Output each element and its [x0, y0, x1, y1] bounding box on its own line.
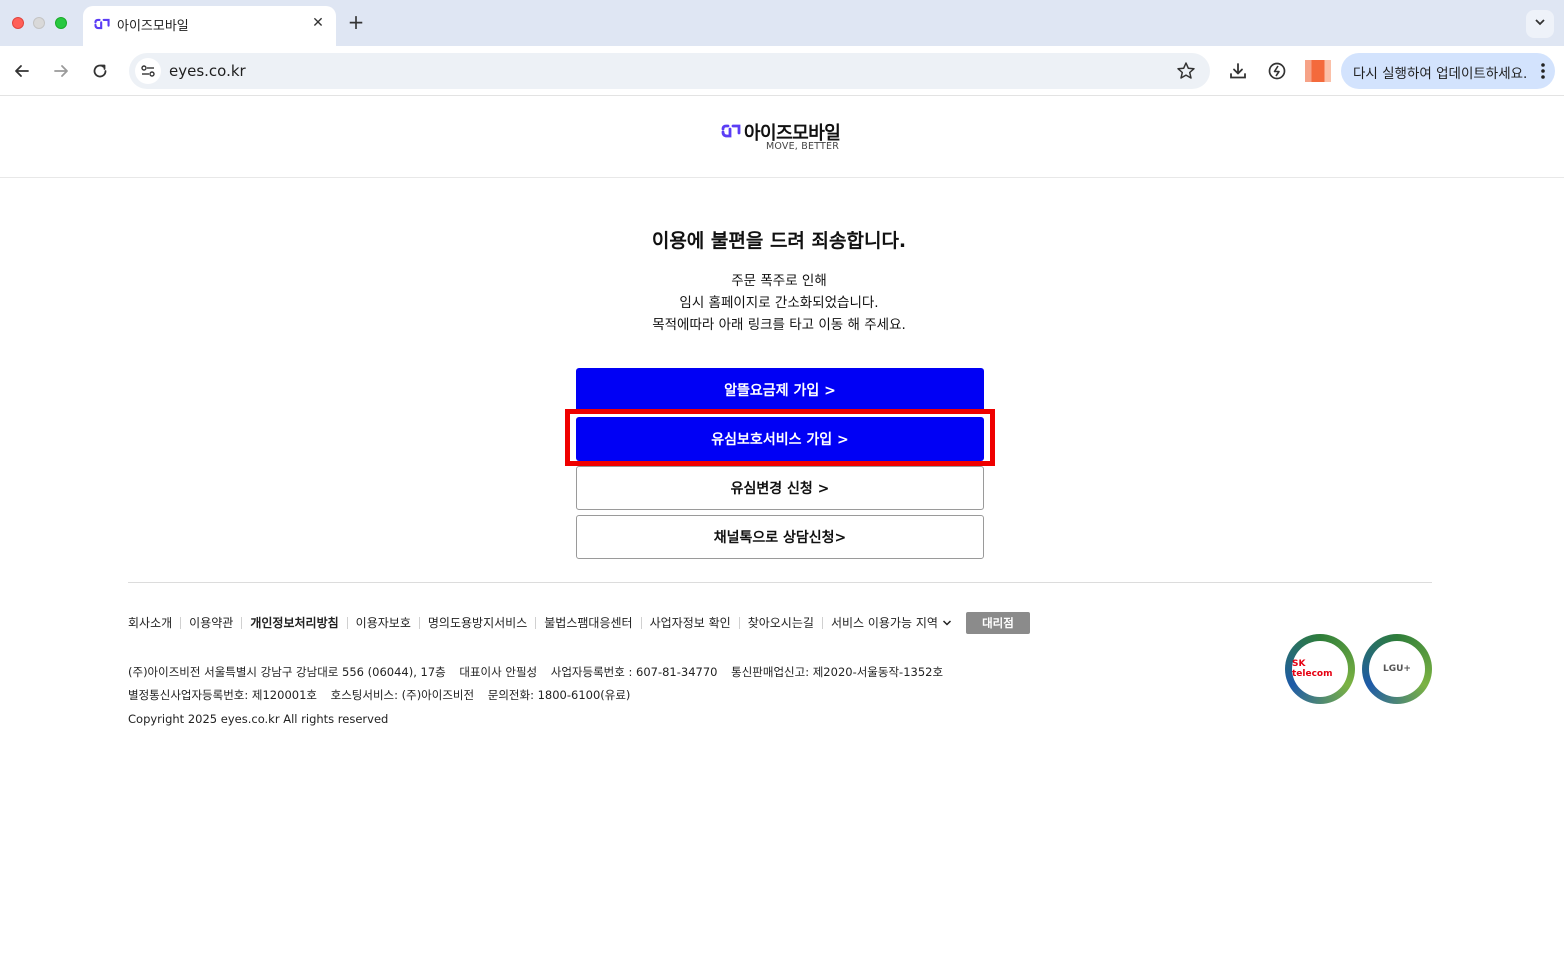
- footer-link-terms[interactable]: 이용약관: [180, 617, 241, 629]
- window-close-button[interactable]: [12, 17, 24, 29]
- tab-search-chevron-icon[interactable]: [1526, 10, 1554, 38]
- forward-arrow-icon[interactable]: [48, 58, 74, 84]
- profile-avatar[interactable]: [1305, 60, 1331, 82]
- lgu-partner-badge: LGU+: [1362, 634, 1432, 704]
- usim-change-request-button[interactable]: 유심변경 신청 >: [576, 466, 984, 510]
- notice-line: 임시 홈페이지로 간소화되었습니다.: [679, 295, 879, 311]
- ecommerce-reg-number: 통신판매업신고: 제2020-서울동작-1352호: [731, 665, 944, 679]
- company-address: (주)아이즈비전 서울특별시 강남구 강남대로 556 (06044), 17층: [128, 665, 446, 679]
- region-label: 서비스 이용가능 지역: [830, 616, 938, 630]
- footer-divider: [128, 582, 1432, 583]
- logo-mark-icon: [721, 124, 741, 138]
- update-label: 다시 실행하여 업데이트하세요.: [1353, 66, 1528, 82]
- dealer-button[interactable]: 대리점: [965, 612, 1030, 634]
- browser-tab-active[interactable]: 아이즈모바일 ✕: [83, 6, 336, 46]
- company-ceo: 대표이사 안필성: [459, 665, 538, 679]
- site-header: 아이즈모바일 MOVE, BETTER: [0, 97, 1564, 178]
- more-options-icon[interactable]: [1540, 61, 1546, 81]
- notice-title: 이용에 불편을 드려 죄송합니다.: [651, 230, 907, 252]
- chevron-down-icon: [942, 620, 951, 626]
- browser-toolbar: eyes.co.kr 다시 실행하여 업데이트하세요.: [0, 46, 1564, 96]
- usim-protection-signup-button[interactable]: 유심보호서비스 가입 >: [576, 417, 984, 461]
- footer-links: 회사소개 이용약관 개인정보처리방침 이용자보호 명의도용방지서비스 불법스팸대…: [128, 612, 1030, 634]
- copyright: Copyright 2025 eyes.co.kr All rights res…: [128, 712, 389, 726]
- bookmark-star-icon[interactable]: [1176, 61, 1196, 81]
- skt-badge-label: SK telecom: [1292, 659, 1333, 679]
- skt-partner-badge: SK telecom: [1285, 634, 1355, 704]
- download-icon[interactable]: [1226, 59, 1250, 83]
- footer-link-company[interactable]: 회사소개: [128, 617, 180, 629]
- site-settings-icon[interactable]: [135, 58, 161, 84]
- footer-link-privacy[interactable]: 개인정보처리방침: [241, 617, 346, 629]
- notice-line: 목적에따라 아래 링크를 타고 이동 해 주세요.: [652, 317, 906, 333]
- address-bar[interactable]: eyes.co.kr: [129, 53, 1210, 89]
- lgu-badge-label: LGU+: [1383, 664, 1411, 674]
- contact-phone: 문의전화: 1800-6100(유료): [487, 688, 631, 702]
- telecom-reg-number: 별정통신사업자등록번호: 제120001호: [128, 688, 317, 702]
- footer-company-info: (주)아이즈비전 서울특별시 강남구 강남대로 556 (06044), 17층…: [128, 661, 953, 707]
- logo-tagline: MOVE, BETTER: [766, 141, 840, 152]
- performance-icon[interactable]: [1265, 59, 1289, 83]
- notice-line: 주문 폭주로 인해: [731, 273, 827, 289]
- tab-strip: 아이즈모바일 ✕ +: [0, 0, 1564, 46]
- window-minimize-button[interactable]: [33, 17, 45, 29]
- update-browser-button[interactable]: 다시 실행하여 업데이트하세요.: [1341, 53, 1555, 89]
- tab-title: 아이즈모바일: [117, 19, 189, 34]
- footer-link-spam-center[interactable]: 불법스팸대응센터: [535, 617, 640, 629]
- hosting-service: 호스팅서비스: (주)아이즈비전: [330, 688, 475, 702]
- footer-link-user-protection[interactable]: 이용자보호: [346, 617, 419, 629]
- url-text[interactable]: eyes.co.kr: [169, 62, 246, 80]
- footer-region-dropdown[interactable]: 서비스 이용가능 지역: [821, 616, 960, 630]
- site-favicon-icon: [94, 18, 110, 30]
- business-reg-number: 사업자등록번호 : 607-81-34770: [550, 665, 718, 679]
- tab-close-icon[interactable]: ✕: [310, 15, 326, 31]
- site-logo[interactable]: 아이즈모바일 MOVE, BETTER: [718, 119, 848, 155]
- window-maximize-button[interactable]: [55, 17, 67, 29]
- footer-link-business-info[interactable]: 사업자정보 확인: [640, 617, 739, 629]
- footer-link-directions[interactable]: 찾아오시는길: [738, 617, 822, 629]
- notice-body: 주문 폭주로 인해 임시 홈페이지로 간소화되었습니다. 목적에따라 아래 링크…: [0, 270, 1558, 336]
- footer-link-identity-theft[interactable]: 명의도용방지서비스: [418, 617, 535, 629]
- plan-signup-button[interactable]: 알뜰요금제 가입 >: [576, 368, 984, 412]
- back-arrow-icon[interactable]: [9, 58, 35, 84]
- reload-icon[interactable]: [87, 58, 113, 84]
- new-tab-button[interactable]: +: [346, 12, 366, 32]
- channel-talk-consult-button[interactable]: 채널톡으로 상담신청>: [576, 515, 984, 559]
